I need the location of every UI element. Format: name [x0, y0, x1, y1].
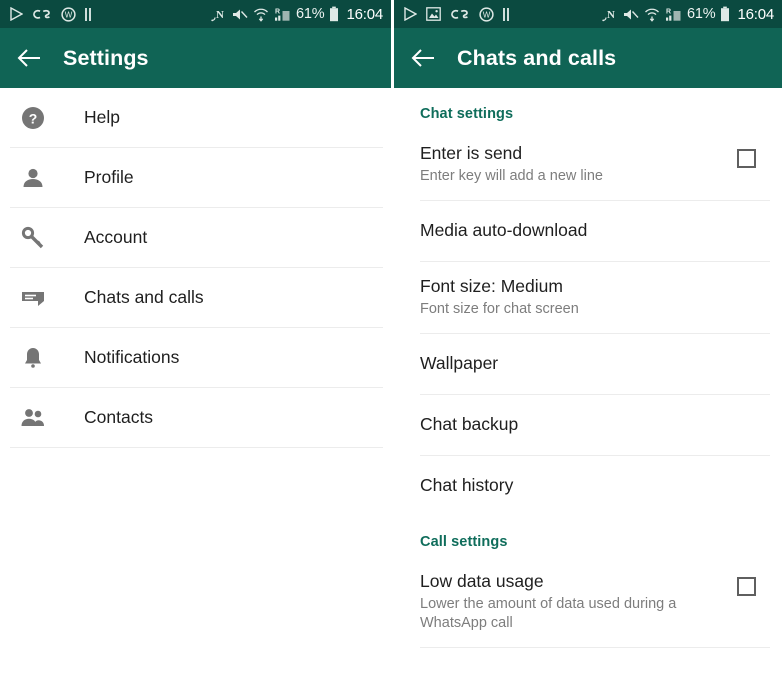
- status-bar-left-icons: W: [404, 6, 602, 22]
- pref-enter-is-send[interactable]: Enter is send Enter key will add a new l…: [394, 129, 782, 200]
- status-bar-clock: 16:04: [346, 5, 383, 23]
- pref-title: Media auto-download: [420, 220, 588, 240]
- lastfm-icon: [450, 7, 470, 21]
- sidebar-item-label: Profile: [84, 167, 134, 187]
- svg-text:W: W: [65, 10, 73, 19]
- sidebar-item-label: Account: [84, 227, 148, 247]
- signal-roaming-icon: R: [665, 7, 682, 22]
- back-arrow-icon[interactable]: [16, 45, 42, 71]
- pref-title: Wallpaper: [420, 353, 499, 373]
- bell-icon: [18, 343, 48, 373]
- list-divider: [420, 647, 770, 648]
- battery-icon: [329, 6, 339, 22]
- lastfm-icon: [32, 7, 52, 21]
- play-icon: [10, 7, 23, 21]
- play-icon: [404, 7, 417, 21]
- svg-text:?: ?: [29, 110, 38, 126]
- person-icon: [18, 163, 48, 193]
- checkbox-low-data-usage[interactable]: [737, 577, 756, 596]
- wifi-icon: [253, 7, 269, 22]
- sidebar-item-profile[interactable]: Profile: [0, 148, 391, 207]
- key-icon: [18, 223, 48, 253]
- pause-icon: [503, 7, 509, 21]
- mute-icon: [232, 7, 248, 22]
- wifi-icon: [644, 7, 660, 22]
- pref-texts: Chat backup: [420, 413, 756, 436]
- sidebar-item-label: Help: [84, 107, 120, 127]
- pref-title: Enter is send: [420, 143, 523, 163]
- svg-text:R: R: [666, 8, 671, 15]
- sidebar-item-help[interactable]: ? Help: [0, 88, 391, 147]
- pref-texts: Chat history: [420, 474, 756, 497]
- pref-subtitle: Lower the amount of data used during a W…: [420, 596, 677, 631]
- sidebar-item-notifications[interactable]: Notifications: [0, 328, 391, 387]
- status-bar: W N R 61% 16:04: [0, 0, 391, 28]
- pref-title: Chat history: [420, 475, 514, 495]
- pref-title: Font size: Medium: [420, 276, 563, 296]
- left-phone-screen: W N R 61% 16:04 Settings ? Help Profile …: [0, 0, 391, 693]
- sidebar-item-label: Contacts: [84, 407, 154, 427]
- contacts-icon: [18, 403, 48, 433]
- nfc-icon: N: [602, 7, 618, 22]
- chat-bubble-icon: [18, 283, 48, 313]
- page-title: Settings: [63, 45, 149, 70]
- pref-chat-backup[interactable]: Chat backup: [394, 395, 782, 455]
- pref-title: Low data usage: [420, 571, 544, 591]
- battery-percent-label: 61%: [296, 6, 325, 22]
- signal-roaming-icon: R: [274, 7, 291, 22]
- svg-text:N: N: [607, 9, 615, 21]
- status-bar-right-icons: N R 61% 16:04: [602, 6, 774, 23]
- pref-wallpaper[interactable]: Wallpaper: [394, 334, 782, 394]
- pref-low-data-usage[interactable]: Low data usage Lower the amount of data …: [394, 557, 782, 647]
- pref-texts: Font size: Medium Font size for chat scr…: [420, 275, 756, 319]
- pref-texts: Enter is send Enter key will add a new l…: [420, 142, 725, 186]
- whatsapp-badge-icon: W: [479, 6, 494, 22]
- sidebar-item-account[interactable]: Account: [0, 208, 391, 267]
- sidebar-item-contacts[interactable]: Contacts: [0, 388, 391, 447]
- list-divider: [10, 447, 383, 448]
- help-circle-icon: ?: [18, 103, 48, 133]
- sidebar-item-chats-and-calls[interactable]: Chats and calls: [0, 268, 391, 327]
- sidebar-item-label: Chats and calls: [84, 287, 204, 307]
- toolbar: Chats and calls: [394, 28, 782, 88]
- status-bar-right-icons: N R 61% 16:04: [211, 6, 383, 23]
- status-bar-left-icons: W: [10, 6, 211, 22]
- screenshot-icon: [426, 7, 441, 21]
- checkbox-enter-is-send[interactable]: [737, 149, 756, 168]
- svg-text:R: R: [275, 8, 280, 15]
- mute-icon: [623, 7, 639, 22]
- whatsapp-badge-icon: W: [61, 6, 76, 22]
- status-bar-clock: 16:04: [737, 5, 774, 23]
- right-phone-screen: W N R 61% 16:04 Chats and calls Chat set…: [391, 0, 782, 693]
- pref-texts: Wallpaper: [420, 352, 756, 375]
- section-header-call-settings: Call settings: [420, 534, 508, 550]
- toolbar: Settings: [0, 28, 391, 88]
- pref-title: Chat backup: [420, 414, 519, 434]
- pref-subtitle: Font size for chat screen: [420, 301, 579, 317]
- svg-text:N: N: [216, 9, 224, 21]
- back-arrow-icon[interactable]: [410, 45, 436, 71]
- pref-font-size[interactable]: Font size: Medium Font size for chat scr…: [394, 262, 782, 333]
- battery-icon: [720, 6, 730, 22]
- status-bar: W N R 61% 16:04: [394, 0, 782, 28]
- pref-texts: Media auto-download: [420, 219, 756, 242]
- preferences-list: Chat settings Enter is send Enter key wi…: [394, 88, 782, 648]
- pref-texts: Low data usage Lower the amount of data …: [420, 570, 725, 633]
- pause-icon: [85, 7, 91, 21]
- battery-percent-label: 61%: [687, 6, 716, 22]
- nfc-icon: N: [211, 7, 227, 22]
- pref-media-auto-download[interactable]: Media auto-download: [394, 201, 782, 261]
- settings-list: ? Help Profile Account Chats and calls N…: [0, 88, 391, 448]
- sidebar-item-label: Notifications: [84, 347, 180, 367]
- svg-text:W: W: [483, 10, 491, 19]
- dual-screenshot-container: W N R 61% 16:04 Settings ? Help Profile …: [0, 0, 782, 693]
- pref-chat-history[interactable]: Chat history: [394, 456, 782, 516]
- page-title: Chats and calls: [457, 45, 617, 70]
- pref-subtitle: Enter key will add a new line: [420, 168, 603, 184]
- section-header-chat-settings: Chat settings: [420, 106, 514, 122]
